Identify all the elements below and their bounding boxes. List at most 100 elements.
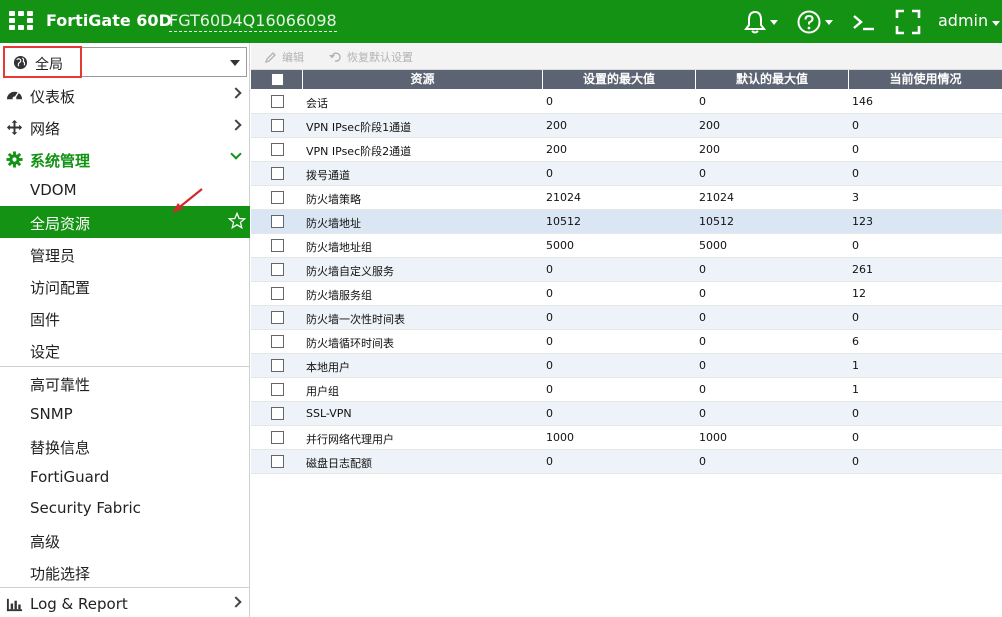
cli-console-button[interactable]: [852, 8, 876, 36]
cell-default-max: 0: [699, 335, 706, 348]
row-checkbox[interactable]: [271, 311, 284, 324]
row-checkbox[interactable]: [271, 191, 284, 204]
row-checkbox[interactable]: [271, 215, 284, 228]
sidebar-item-system[interactable]: 系统管理: [0, 143, 250, 175]
row-checkbox[interactable]: [271, 407, 284, 420]
chevron-right-icon: [230, 596, 242, 608]
sidebar-item-label: 功能选择: [30, 565, 91, 583]
sidebar-subitem-admin-profiles[interactable]: 访问配置: [0, 270, 250, 302]
row-checkbox[interactable]: [271, 239, 284, 252]
cell-default-max: 0: [699, 359, 706, 372]
column-header-resource[interactable]: 资源: [303, 70, 543, 89]
cell-resource: 防火墙循环时间表: [306, 337, 394, 350]
notifications-button[interactable]: [744, 8, 778, 36]
bar-chart-icon: [6, 598, 23, 612]
table-row[interactable]: 用户组 0 0 1: [251, 378, 1002, 402]
sidebar-subitem-fortiguard[interactable]: FortiGuard: [0, 461, 250, 493]
cell-default-max: 0: [699, 95, 706, 108]
cell-current-usage: 0: [852, 407, 859, 420]
row-checkbox[interactable]: [271, 431, 284, 444]
sidebar-subitem-vdom[interactable]: VDOM: [0, 174, 250, 206]
sidebar-subitem-replacement-messages[interactable]: 替换信息: [0, 430, 250, 462]
vdom-selector[interactable]: 全局: [3, 46, 247, 78]
sidebar-item-label: 访问配置: [30, 279, 91, 297]
table-row[interactable]: 防火墙自定义服务 0 0 261: [251, 258, 1002, 282]
column-header-current-usage[interactable]: 当前使用情况: [849, 70, 1002, 89]
table-row[interactable]: 防火墙服务组 0 0 12: [251, 282, 1002, 306]
caret-down-icon: [230, 60, 240, 66]
fortinet-logo-icon: [9, 11, 33, 31]
column-header-set-max[interactable]: 设置的最大值: [543, 70, 696, 89]
sidebar-item-network[interactable]: 网络: [0, 111, 250, 143]
table-row[interactable]: 并行网络代理用户 1000 1000 0: [251, 426, 1002, 450]
row-checkbox[interactable]: [271, 455, 284, 468]
sidebar-subitem-advanced[interactable]: 高级: [0, 524, 250, 556]
cell-set-max: 0: [546, 383, 553, 396]
edit-button[interactable]: 编辑: [265, 49, 304, 65]
top-header: FortiGate 60D FGT60D4Q16066098 admin: [0, 0, 1002, 43]
sidebar-subitem-snmp[interactable]: SNMP: [0, 398, 250, 430]
user-menu[interactable]: admin: [938, 11, 1001, 30]
terminal-icon: [853, 15, 874, 31]
reset-button-label: 恢复默认设置: [347, 51, 413, 64]
star-icon[interactable]: [228, 212, 246, 230]
sidebar-subitem-ha[interactable]: 高可靠性: [0, 367, 250, 399]
row-checkbox[interactable]: [271, 167, 284, 180]
column-header-default-max[interactable]: 默认的最大值: [696, 70, 849, 89]
sidebar-subitem-settings[interactable]: 设定: [0, 334, 250, 366]
chevron-down-icon: [825, 19, 833, 25]
dashboard-icon: [6, 91, 23, 101]
sidebar-subitem-firmware[interactable]: 固件: [0, 302, 250, 334]
cell-resource: 防火墙策略: [306, 193, 361, 206]
table-row[interactable]: VPN IPsec阶段2通道 200 200 0: [251, 138, 1002, 162]
table-row[interactable]: 防火墙地址组 5000 5000 0: [251, 234, 1002, 258]
reset-to-default-button[interactable]: 恢复默认设置: [329, 49, 413, 65]
help-button[interactable]: [797, 8, 833, 36]
table-row[interactable]: 防火墙一次性时间表 0 0 0: [251, 306, 1002, 330]
table-row[interactable]: 拨号通道 0 0 0: [251, 162, 1002, 186]
row-checkbox[interactable]: [271, 263, 284, 276]
chevron-right-icon: [230, 87, 242, 99]
table-row[interactable]: 本地用户 0 0 1: [251, 354, 1002, 378]
row-checkbox[interactable]: [271, 359, 284, 372]
table-row[interactable]: SSL-VPN 0 0 0: [251, 402, 1002, 426]
sidebar-subitem-security-fabric[interactable]: Security Fabric: [0, 492, 250, 524]
cell-set-max: 0: [546, 455, 553, 468]
table-row[interactable]: 防火墙策略 21024 21024 3: [251, 186, 1002, 210]
device-serial[interactable]: FGT60D4Q16066098: [169, 11, 337, 32]
row-checkbox[interactable]: [271, 143, 284, 156]
undo-icon: [329, 52, 341, 62]
select-all-checkbox[interactable]: [271, 73, 284, 86]
sidebar-item-log-report[interactable]: Log & Report: [0, 588, 250, 617]
table-row[interactable]: VPN IPsec阶段1通道 200 200 0: [251, 114, 1002, 138]
cell-resource: 本地用户: [306, 361, 350, 374]
sidebar-item-label: 高可靠性: [30, 376, 91, 394]
row-checkbox[interactable]: [271, 95, 284, 108]
table-row[interactable]: 防火墙地址 10512 10512 123: [251, 210, 1002, 234]
sidebar-item-label: 设定: [30, 343, 61, 361]
table-header-row: 资源 设置的最大值 默认的最大值 当前使用情况: [251, 70, 1002, 89]
sidebar-subitem-feature-select[interactable]: 功能选择: [0, 556, 250, 588]
cell-current-usage: 0: [852, 167, 859, 180]
row-checkbox[interactable]: [271, 119, 284, 132]
cell-default-max: 5000: [699, 239, 727, 252]
table-row[interactable]: 会话 0 0 146: [251, 90, 1002, 114]
fullscreen-button[interactable]: [895, 8, 921, 36]
sidebar-item-dashboard[interactable]: 仪表板: [0, 79, 250, 111]
row-checkbox[interactable]: [271, 335, 284, 348]
sidebar-item-label: 管理员: [30, 247, 76, 265]
cell-default-max: 21024: [699, 191, 734, 204]
chevron-down-icon: [230, 148, 242, 160]
cell-resource: SSL-VPN: [306, 407, 352, 420]
table-row[interactable]: 磁盘日志配额 0 0 0: [251, 450, 1002, 474]
sidebar-subitem-global-resources[interactable]: 全局资源: [0, 206, 250, 238]
sidebar-item-label: SNMP: [30, 405, 73, 423]
table-row[interactable]: 防火墙循环时间表 0 0 6: [251, 330, 1002, 354]
row-checkbox[interactable]: [271, 383, 284, 396]
cell-set-max: 0: [546, 407, 553, 420]
sidebar-subitem-administrators[interactable]: 管理员: [0, 238, 250, 270]
cell-resource: 防火墙自定义服务: [306, 265, 394, 278]
sidebar-item-label: 高级: [30, 533, 61, 551]
row-checkbox[interactable]: [271, 287, 284, 300]
pencil-icon: [265, 52, 276, 63]
